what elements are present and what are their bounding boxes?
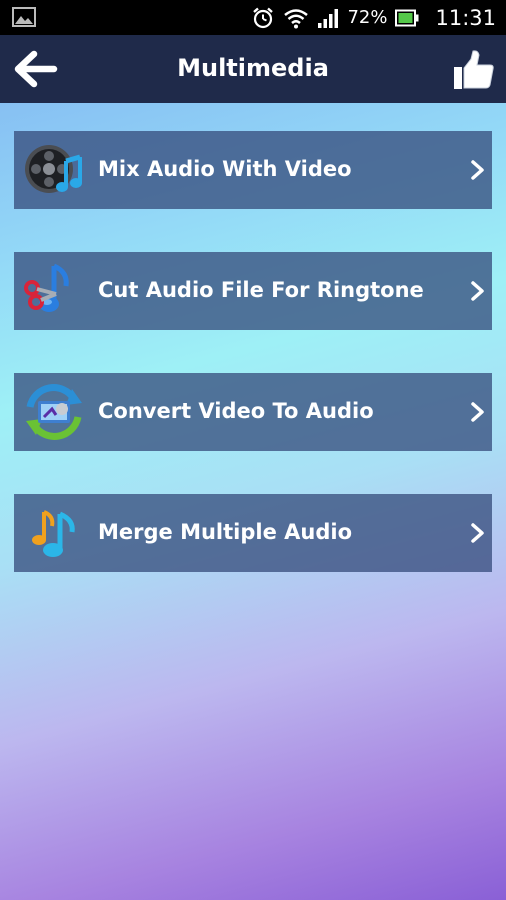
- clock: 11:31: [435, 5, 496, 30]
- music-note-icon: [32, 510, 75, 557]
- chevron-right-icon: [471, 523, 484, 543]
- alarm-clock-icon: [253, 7, 274, 28]
- gallery-icon: [12, 7, 36, 27]
- menu-item-label: Convert Video To Audio: [98, 399, 374, 423]
- app-bar: Multimedia: [0, 35, 506, 103]
- chevron-right-icon: [471, 160, 484, 180]
- status-bar: 72% 11:31: [0, 0, 506, 35]
- convert-video-icon: [26, 384, 82, 440]
- battery-percent: 72%: [347, 7, 388, 28]
- menu-item-merge-multiple-audio[interactable]: Merge Multiple Audio: [14, 494, 492, 572]
- menu-item-label: Merge Multiple Audio: [98, 520, 353, 544]
- battery-icon: [395, 9, 419, 26]
- film-music-icon: [25, 145, 82, 193]
- menu-item-cut-audio-file-for-ringtone[interactable]: Cut Audio File For Ringtone: [14, 252, 492, 330]
- signal-icon: [318, 8, 339, 28]
- menu-item-mix-audio-with-video[interactable]: Mix Audio With Video: [14, 131, 492, 209]
- menu-item-label: Mix Audio With Video: [98, 157, 352, 181]
- menu-item-label: Cut Audio File For Ringtone: [98, 278, 424, 302]
- scissors-music-icon: [24, 263, 69, 312]
- thumbs-up-icon[interactable]: [450, 47, 496, 93]
- chevron-right-icon: [471, 402, 484, 422]
- wifi-icon: [284, 8, 309, 28]
- menu-item-convert-video-to-audio[interactable]: Convert Video To Audio: [14, 373, 492, 451]
- chevron-right-icon: [471, 281, 484, 301]
- page-title: Multimedia: [177, 54, 329, 82]
